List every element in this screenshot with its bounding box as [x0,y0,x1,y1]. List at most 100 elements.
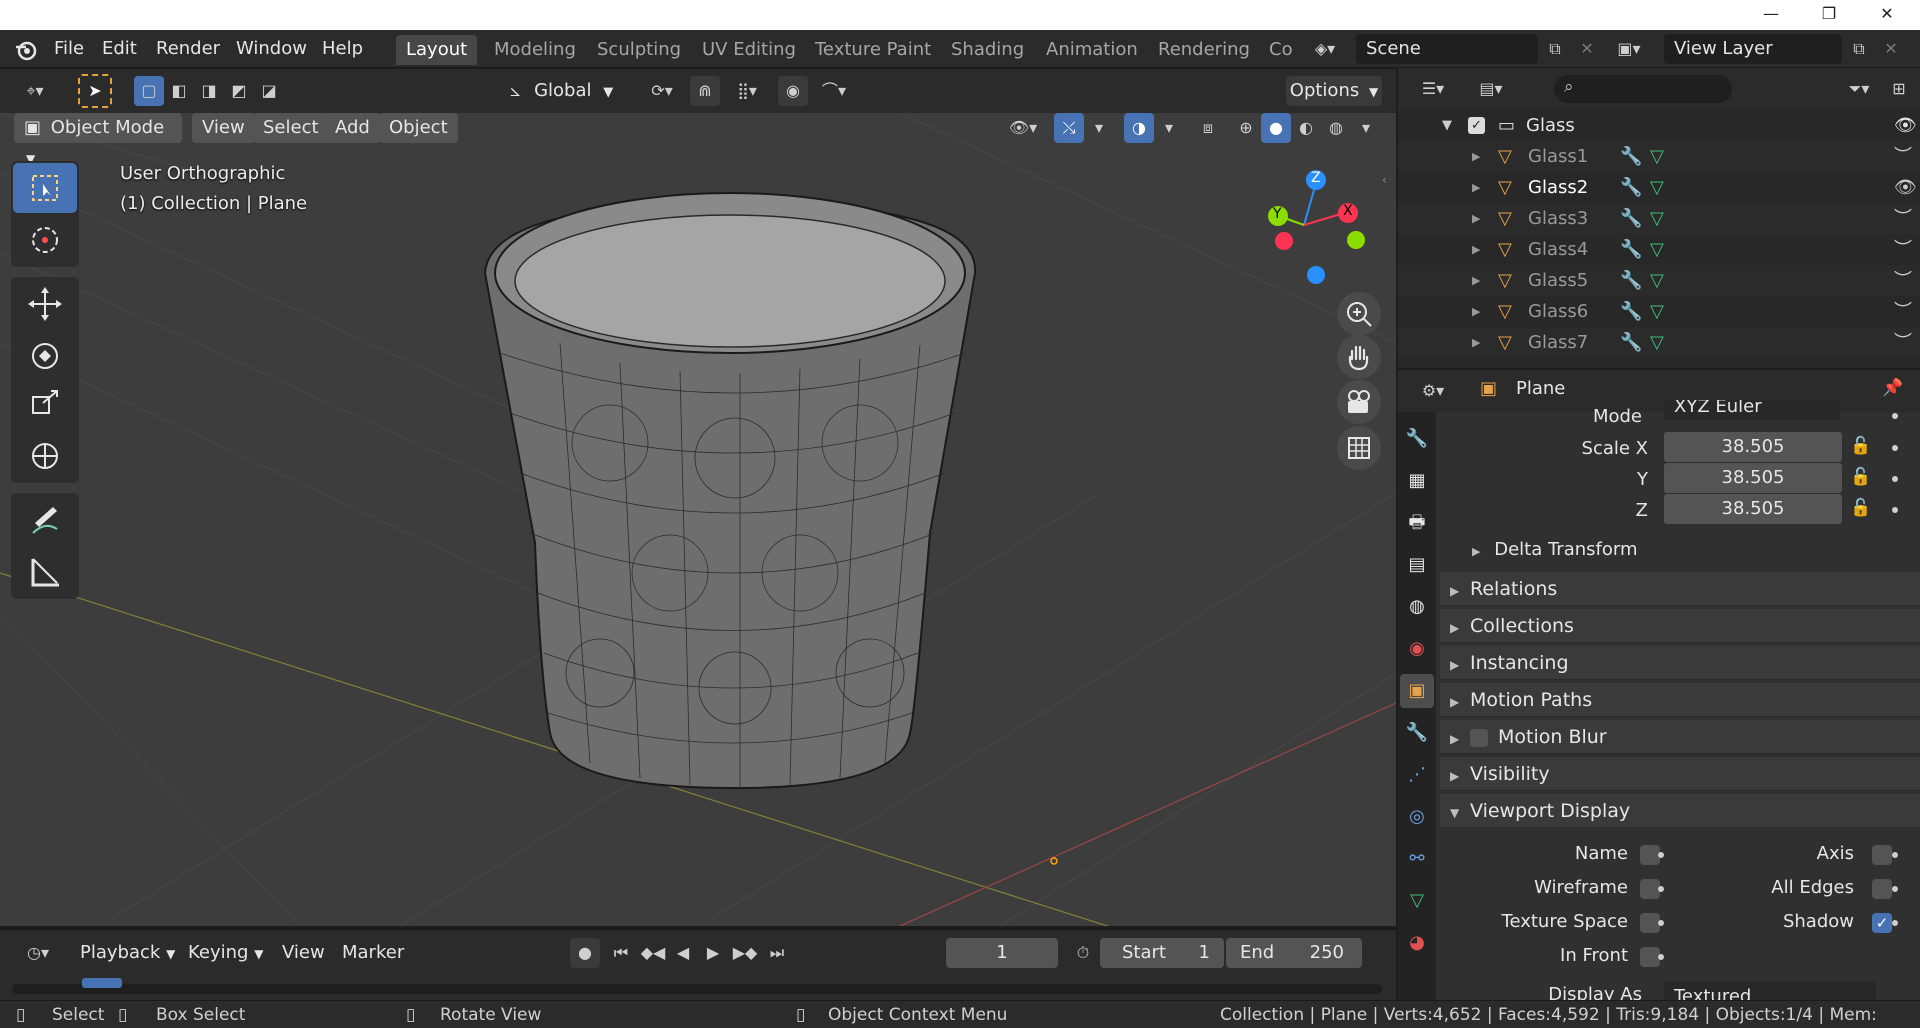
modifier-icon[interactable]: 🔧 [1620,327,1642,358]
modifier-icon[interactable]: 🔧 [1620,203,1642,234]
restore-button[interactable]: ❐ [1806,0,1852,30]
world-tab-icon[interactable]: ◉ [1400,632,1434,666]
outliner-editor-type-icon[interactable]: ☰▾ [1410,74,1456,104]
modifier-icon[interactable]: 🔧 [1620,265,1642,296]
scale-y-field[interactable]: 38.505 [1664,463,1842,493]
stopwatch-icon[interactable]: ⏱ [1068,938,1098,968]
scene-selector-icon[interactable]: ◈▾ [1310,34,1340,64]
xray-toggle-icon[interactable]: ⧈ [1193,113,1223,143]
vd-name-checkbox[interactable] [1640,845,1660,865]
menu-window[interactable]: Window [228,30,315,68]
camera-view-button[interactable] [1337,380,1381,424]
shading-options-icon[interactable]: ▾ [1351,113,1381,143]
delete-view-layer-icon[interactable]: ✕ [1876,34,1906,64]
editor-type-icon[interactable]: ⌖▾ [14,76,56,106]
snap-target-icon[interactable]: ⣿▾ [724,76,770,106]
select-tool-icon[interactable]: ➤ [78,74,112,108]
panel-collections[interactable]: ▶ Collections [1440,609,1920,643]
keyframe-dot[interactable] [1892,476,1898,482]
lock-icon[interactable]: 🔓 [1850,498,1871,518]
tab-animation[interactable]: Animation [1036,35,1148,65]
tool-transform[interactable] [13,431,77,481]
select-extend-icon[interactable]: ◧ [164,76,194,106]
shading-solid-icon[interactable]: ● [1261,113,1291,143]
timeline-menu-keying[interactable]: Keying ▼ [180,938,271,968]
new-scene-icon[interactable]: ⧉ [1540,34,1570,64]
panel-motion-blur[interactable]: ▶ Motion Blur [1440,720,1920,754]
data-tab-icon[interactable]: ▽ [1400,884,1434,918]
current-frame-field[interactable]: 1 [946,938,1058,968]
overlays-toggle-icon[interactable]: ◑ [1124,113,1154,143]
keyframe-dot[interactable] [1658,886,1664,892]
keyframe-dot[interactable] [1892,507,1898,513]
viewport-menu-select[interactable]: Select [253,113,329,143]
mesh-data-icon[interactable]: ▽ [1650,234,1664,265]
gizmo-options-icon[interactable]: ▾ [1084,113,1114,143]
outliner-item[interactable]: ▶ ▽ Glass2 🔧 ▽ 👁 [1398,172,1920,203]
eye-icon[interactable]: 👁 [1894,172,1917,203]
view-layer-name-field[interactable]: View Layer [1664,34,1842,64]
keyframe-dot[interactable] [1658,852,1664,858]
snap-toggle-icon[interactable]: ⋒ [690,76,720,106]
eye-closed-icon[interactable]: ︶ [1894,203,1912,234]
tab-rendering[interactable]: Rendering [1148,35,1260,65]
zoom-view-button[interactable] [1337,292,1381,336]
tool-rotate[interactable] [13,331,77,381]
keyframe-dot[interactable] [1892,852,1898,858]
select-new-icon[interactable]: ▢ [134,76,164,106]
outliner-item[interactable]: ▶ ▽ Glass6 🔧 ▽ ︶ [1398,296,1920,327]
new-view-layer-icon[interactable]: ⧉ [1844,34,1874,64]
menu-help[interactable]: Help [314,30,371,68]
eye-closed-icon[interactable]: ︶ [1894,296,1912,327]
close-window-button[interactable]: ✕ [1864,0,1910,30]
view-layer-selector-icon[interactable]: ▣▾ [1614,34,1644,64]
constraints-tab-icon[interactable]: ⚯ [1400,842,1434,876]
motion-blur-checkbox[interactable] [1470,728,1488,747]
timeline-scrollbar[interactable] [12,978,1382,994]
viewport-menu-object[interactable]: Object [379,113,458,143]
playhead-marker[interactable] [82,978,122,988]
properties-editor-type-icon[interactable]: ⚙▾ [1410,376,1456,406]
navigation-gizmo[interactable] [1268,170,1365,284]
shading-wireframe-icon[interactable]: ⊕ [1231,113,1261,143]
select-intersect-icon[interactable]: ◪ [254,76,284,106]
end-frame-field[interactable]: End 250 [1226,938,1362,968]
tab-texture-paint[interactable]: Texture Paint [805,35,941,65]
eye-closed-icon[interactable]: ︶ [1894,141,1912,172]
mesh-data-icon[interactable]: ▽ [1650,203,1664,234]
tool-scale[interactable] [13,381,77,431]
scale-z-field[interactable]: 38.505 [1664,494,1842,524]
mesh-data-icon[interactable]: ▽ [1650,265,1664,296]
scale-x-field[interactable]: 38.505 [1664,432,1842,462]
delete-scene-icon[interactable]: ✕ [1572,34,1602,64]
viewport-menu-add[interactable]: Add [325,113,380,143]
modifier-icon[interactable]: 🔧 [1620,172,1642,203]
timeline-menu-view[interactable]: View [274,938,333,968]
outliner-item[interactable]: ▶ ▽ Glass4 🔧 ▽ ︶ [1398,234,1920,265]
eye-icon[interactable]: 👁 [1894,110,1917,141]
physics-tab-icon[interactable]: ◎ [1400,800,1434,834]
outliner-item[interactable]: ▶ ▽ Glass3 🔧 ▽ ︶ [1398,203,1920,234]
viewport-menu-view[interactable]: View [192,113,255,143]
ortho-toggle-button[interactable] [1337,426,1381,470]
jump-start-icon[interactable]: ⏮ [606,938,636,968]
particles-tab-icon[interactable]: ⋰ [1400,758,1434,792]
pin-icon[interactable]: 📌 [1882,378,1903,398]
vd-in-front-checkbox[interactable] [1640,947,1660,967]
vd-wireframe-checkbox[interactable] [1640,879,1660,899]
tab-sculpting[interactable]: Sculpting [587,35,691,65]
pivot-point-icon[interactable]: ⟳▾ [640,76,684,106]
panel-viewport-display[interactable]: ▼ Viewport Display [1440,794,1920,828]
timeline-menu-playback[interactable]: Playback ▼ [72,938,183,968]
object-mode-dropdown[interactable]: ▣ Object Mode ▼ [14,113,182,166]
outliner-collection-row[interactable]: ▼ ✓ ▭ Glass 👁 [1398,110,1920,141]
menu-file[interactable]: File [46,30,92,68]
play-reverse-icon[interactable]: ◀ [668,938,698,968]
filter-icon[interactable]: ⏷▾ [1836,74,1882,104]
render-tab-icon[interactable]: ▦ [1400,464,1434,498]
mesh-data-icon[interactable]: ▽ [1650,327,1664,358]
next-keyframe-icon[interactable]: ▶◆ [730,938,760,968]
view-layer-tab-icon[interactable]: ▤ [1400,548,1434,582]
expand-arrow-icon[interactable]: ▶ [1472,141,1480,172]
gizmo-toggle-icon[interactable]: ⤯ [1054,113,1084,143]
